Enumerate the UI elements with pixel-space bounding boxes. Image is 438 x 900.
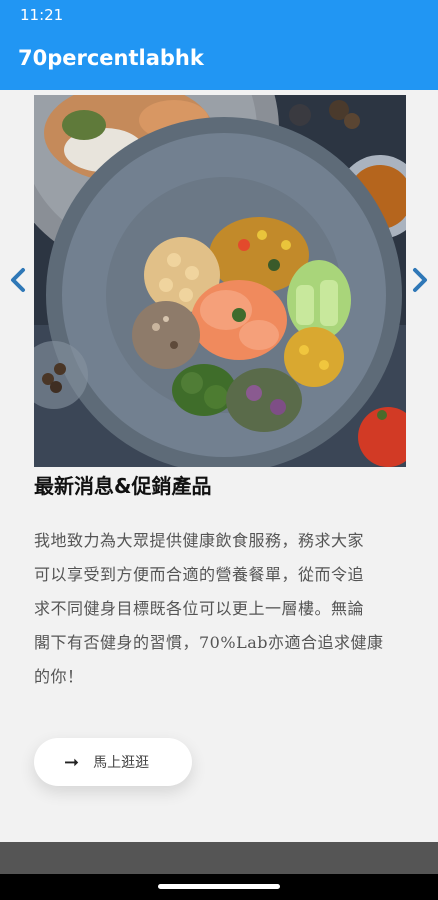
shop-now-button[interactable]: ➞ 馬上逛逛 [34, 738, 192, 786]
screen: 11:21 70percentlabhk 最新消息&促銷產品 我地致力為大眾提供… [0, 0, 438, 900]
footer-bar [0, 842, 438, 874]
intro-line: 可以享受到方便而合適的營養餐單，從而令追 [34, 565, 365, 584]
intro-line: 求不同健身目標既各位可以更上一層樓。無論 [34, 599, 365, 618]
intro-line: 我地致力為大眾提供健康飲食服務，務求大家 [34, 531, 365, 550]
system-nav-bar [0, 874, 438, 900]
app-title: 70percentlabhk [18, 46, 204, 70]
news-headline: 最新消息&促銷產品 [34, 474, 212, 498]
intro-paragraph: 我地致力為大眾提供健康飲食服務，務求大家 可以享受到方便而合適的營養餐單，從而令… [34, 524, 406, 694]
app-bar: 11:21 70percentlabhk [0, 0, 438, 90]
shop-now-label: 馬上逛逛 [93, 755, 150, 771]
image-carousel[interactable] [0, 95, 438, 467]
home-indicator[interactable] [158, 884, 280, 889]
chevron-right-icon[interactable] [408, 265, 432, 295]
arrow-right-icon: ➞ [64, 751, 80, 773]
intro-line: 閣下有否健身的習慣，70%Lab亦適合追求健康 [34, 633, 384, 652]
chevron-left-icon[interactable] [6, 265, 30, 295]
status-time: 11:21 [20, 6, 64, 24]
food-photo [34, 95, 406, 467]
intro-line: 的你！ [34, 667, 84, 686]
